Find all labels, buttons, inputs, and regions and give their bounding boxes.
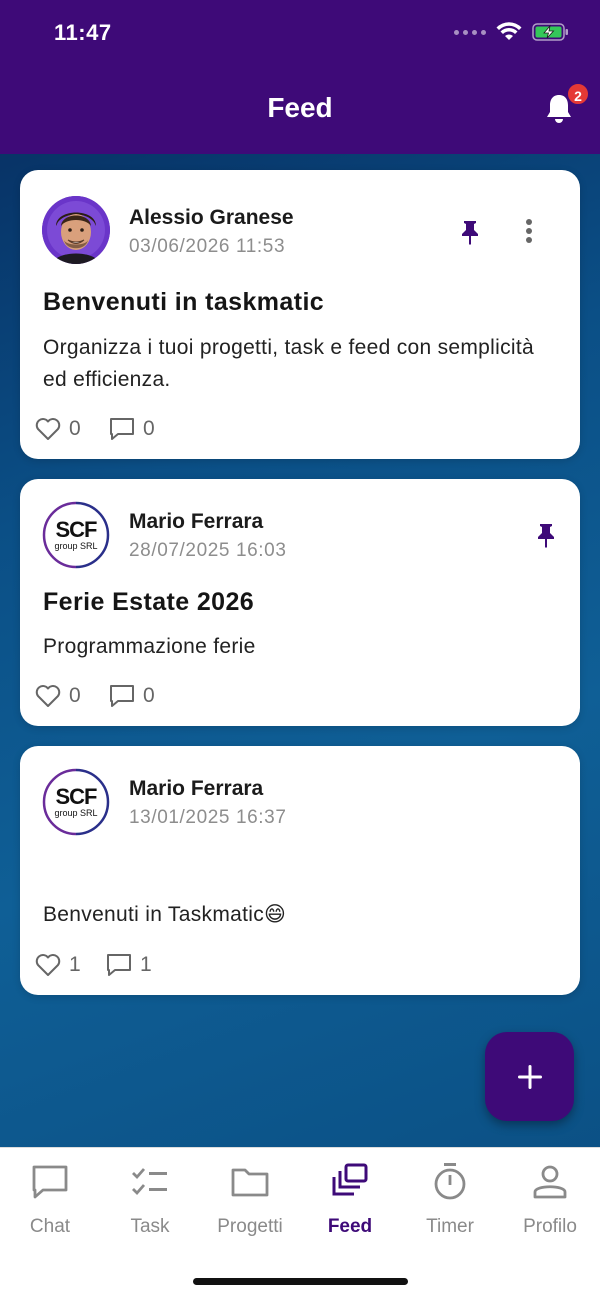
pin-icon[interactable]	[459, 219, 481, 245]
heart-icon	[35, 954, 61, 976]
like-button[interactable]: 1	[35, 953, 81, 977]
comment-button[interactable]: 1	[106, 953, 152, 977]
tab-label: Chat	[29, 1216, 71, 1237]
tab-profilo[interactable]: Profilo	[500, 1162, 600, 1238]
person-icon	[533, 1165, 567, 1199]
status-icons	[454, 22, 570, 42]
tab-label: Profilo	[523, 1216, 577, 1237]
notification-badge: 2	[566, 82, 590, 106]
post-author: Mario Ferrara	[129, 510, 264, 533]
bottom-tab-bar: Chat Task Progetti Feed Timer Profilo	[0, 1147, 600, 1299]
tab-label: Task	[130, 1216, 170, 1237]
post-title: Benvenuti in taskmatic	[43, 288, 325, 316]
tab-chat[interactable]: Chat	[0, 1162, 100, 1238]
like-button[interactable]: 0	[35, 417, 81, 441]
comment-button[interactable]: 0	[109, 684, 155, 708]
battery-charging-icon	[532, 23, 568, 41]
signal-icon	[454, 29, 486, 35]
like-count: 0	[69, 417, 81, 440]
tab-progetti[interactable]: Progetti	[200, 1162, 300, 1238]
comment-icon	[107, 954, 131, 976]
post-datetime: 13/01/2025 16:37	[129, 807, 287, 828]
tab-label: Feed	[327, 1216, 373, 1237]
add-post-button[interactable]	[485, 1032, 574, 1121]
status-time: 11:47	[54, 20, 112, 45]
feed-post-card[interactable]: SCF group SRL Mario Ferrara 13/01/2025 1…	[20, 746, 580, 995]
comment-icon	[110, 685, 134, 707]
comment-button[interactable]: 0	[109, 417, 155, 441]
logo-text: SCF	[55, 784, 98, 809]
post-title: Ferie Estate 2026	[43, 588, 255, 616]
app-header: 11:47 Feed 2	[0, 0, 600, 154]
post-body: Organizza i tuoi progetti, task e feed c…	[43, 336, 534, 391]
like-count: 1	[69, 953, 81, 976]
avatar-scf-logo: SCF group SRL	[42, 768, 110, 836]
comment-count: 1	[140, 953, 152, 976]
post-body: Programmazione ferie	[43, 635, 256, 658]
pin-icon[interactable]	[535, 522, 557, 548]
page-title: Feed	[267, 92, 333, 123]
comment-count: 0	[143, 417, 155, 440]
like-button[interactable]: 0	[35, 684, 81, 708]
stopwatch-icon	[434, 1163, 466, 1200]
tab-timer[interactable]: Timer	[400, 1162, 500, 1238]
chat-icon	[32, 1165, 68, 1199]
post-datetime: 03/06/2026 11:53	[129, 236, 286, 257]
comment-icon	[110, 418, 134, 440]
post-datetime: 28/07/2025 16:03	[129, 540, 287, 561]
feed-icon	[332, 1163, 368, 1196]
logo-subtext: group SRL	[54, 541, 98, 551]
tab-label: Progetti	[217, 1216, 283, 1237]
home-indicator	[193, 1278, 408, 1285]
tab-feed[interactable]: Feed	[300, 1162, 400, 1238]
like-count: 0	[69, 684, 81, 707]
wifi-icon	[496, 22, 522, 40]
checklist-icon	[132, 1168, 167, 1196]
more-options-icon[interactable]	[524, 217, 534, 245]
logo-text: SCF	[55, 517, 98, 542]
logo-subtext: group SRL	[54, 808, 98, 818]
folder-icon	[231, 1168, 269, 1197]
post-body: Benvenuti in Taskmatic😄	[43, 903, 287, 926]
feed-post-card[interactable]: Alessio Granese 03/06/2026 11:53 Benvenu…	[20, 170, 580, 459]
plus-icon	[517, 1064, 542, 1089]
heart-icon	[35, 685, 61, 707]
feed-post-card[interactable]: SCF group SRL Mario Ferrara 28/07/2025 1…	[20, 479, 580, 726]
post-author: Alessio Granese	[129, 206, 294, 229]
avatar	[42, 196, 110, 264]
tab-task[interactable]: Task	[100, 1162, 200, 1238]
heart-icon	[35, 418, 61, 440]
post-author: Mario Ferrara	[129, 777, 264, 800]
comment-count: 0	[143, 684, 155, 707]
tab-label: Timer	[426, 1216, 474, 1237]
avatar-scf-logo: SCF group SRL	[42, 501, 110, 569]
